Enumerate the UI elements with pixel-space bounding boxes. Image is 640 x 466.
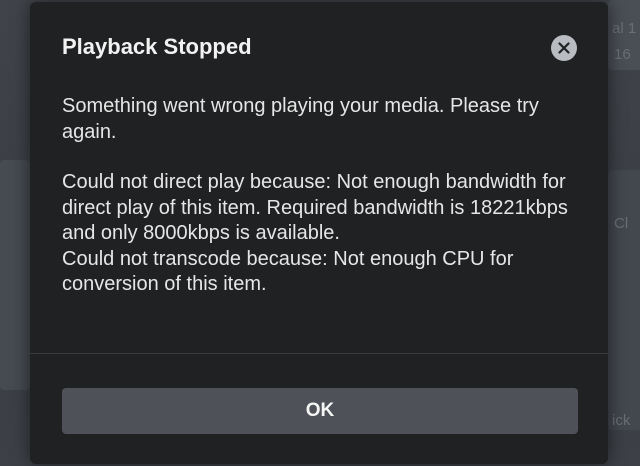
background-panel-right-lower — [608, 170, 640, 430]
dialog-title: Playback Stopped — [62, 34, 252, 59]
divider — [30, 353, 608, 354]
close-button[interactable] — [551, 35, 577, 61]
close-icon — [558, 42, 570, 54]
background-text-fragment: al 1 — [612, 20, 637, 37]
error-message: Something went wrong playing your media.… — [62, 95, 539, 143]
background-panel-left — [0, 160, 30, 390]
ok-button[interactable]: OK — [62, 388, 578, 434]
background-text-fragment: Cl — [614, 215, 629, 232]
background-text-fragment: ick — [612, 412, 631, 429]
dialog-body: Something went wrong playing your media.… — [62, 94, 582, 298]
transcode-detail: Could not transcode because: Not enough … — [62, 247, 514, 296]
background-text-fragment: 16 — [614, 46, 631, 63]
playback-error-dialog: Playback Stopped Something went wrong pl… — [30, 2, 608, 464]
direct-play-detail: Could not direct play because: Not enoug… — [62, 171, 568, 244]
